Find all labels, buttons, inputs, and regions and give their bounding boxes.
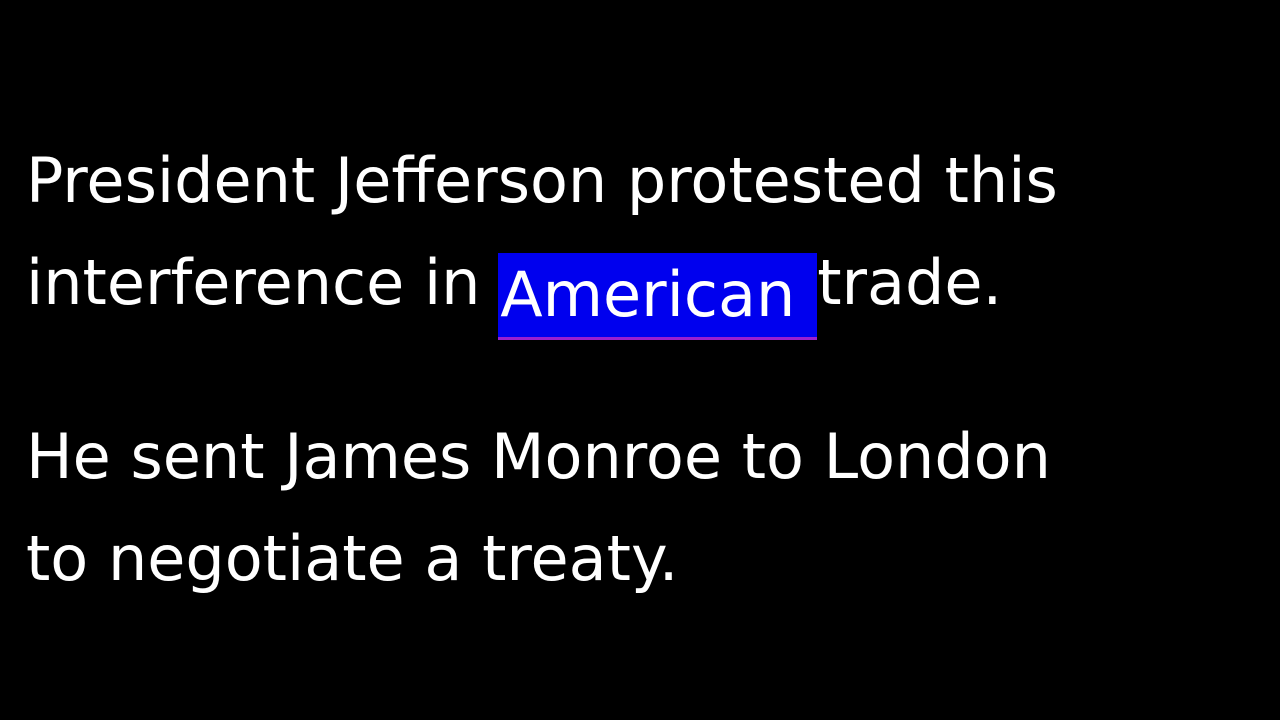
paragraph-2-line-1: He sent James Monroe to London: [26, 420, 1051, 493]
paragraph-1-line-2: interference in American trade.: [26, 252, 1002, 340]
line-2-text-after: trade.: [817, 246, 1003, 319]
highlighted-word: American: [498, 253, 818, 340]
line-2-text-before: interference in: [26, 246, 501, 319]
subtitle-screen: President Jefferson protested this inter…: [0, 0, 1280, 720]
paragraph-2-line-2: to negotiate a treaty.: [26, 522, 679, 595]
paragraph-1-line-1: President Jefferson protested this: [26, 144, 1058, 217]
